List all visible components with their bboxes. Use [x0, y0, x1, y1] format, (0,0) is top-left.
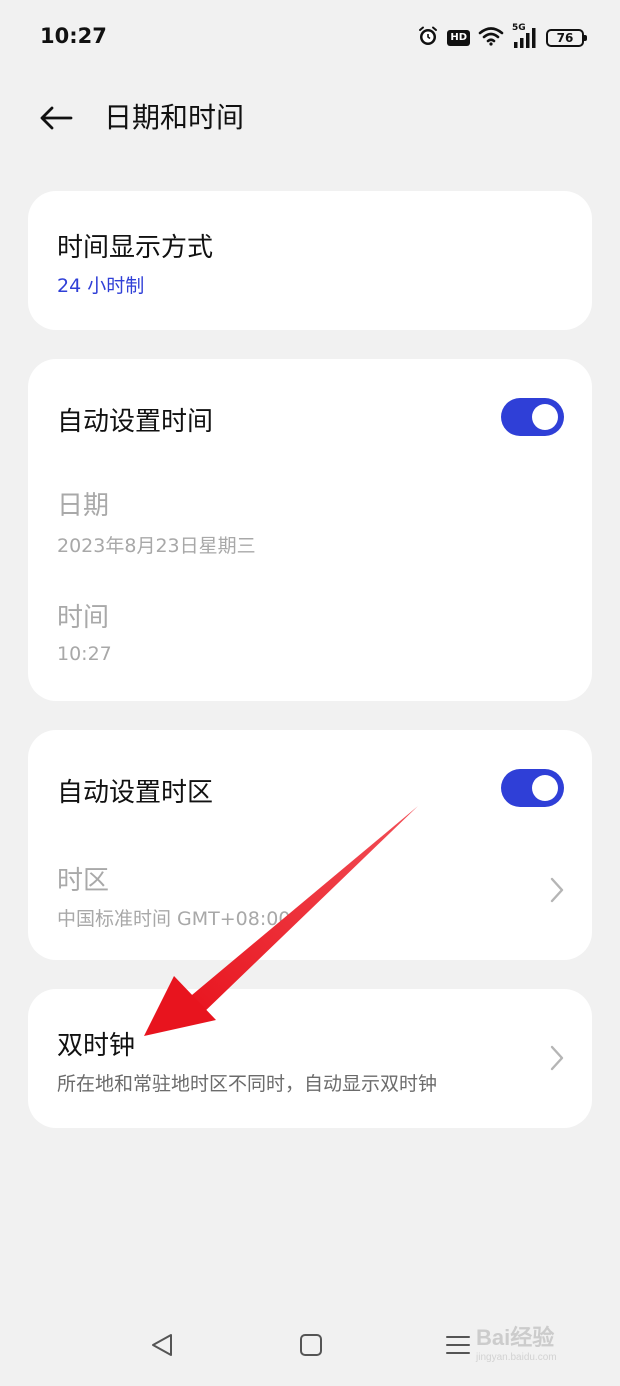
time-value: 10:27 — [57, 643, 112, 665]
status-bar: 10:27 HD 5G 76 — [0, 0, 620, 76]
date-row: 日期 2023年8月23日星期三 — [28, 475, 592, 587]
home-square-icon[interactable] — [296, 1330, 326, 1360]
chevron-right-icon — [550, 1045, 564, 1071]
back-button[interactable] — [36, 98, 76, 138]
page-title: 日期和时间 — [104, 101, 245, 134]
auto-timezone-card: 自动设置时区 时区 中国标准时间 GMT+08:00 — [28, 730, 592, 960]
auto-time-toggle[interactable] — [501, 398, 564, 436]
toggle-knob — [532, 404, 558, 430]
auto-timezone-toggle[interactable] — [501, 769, 564, 807]
status-icons: HD 5G 76 — [417, 23, 587, 52]
baidu-jingyan-watermark: Bai经验 jingyan.baidu.com — [476, 1320, 596, 1370]
time-format-title: 时间显示方式 — [57, 233, 214, 263]
auto-time-card: 自动设置时间 日期 2023年8月23日星期三 时间 10:27 — [28, 359, 592, 701]
timezone-label: 时区 — [57, 866, 110, 896]
time-format-card[interactable]: 时间显示方式 24 小时制 — [28, 191, 592, 330]
dual-clock-subtitle: 所在地和常驻地时区不同时，自动显示双时钟 — [57, 1073, 438, 1095]
hd-icon: HD — [447, 30, 470, 46]
auto-timezone-row[interactable]: 自动设置时区 — [28, 730, 592, 846]
auto-time-row[interactable]: 自动设置时间 — [28, 359, 592, 475]
arrow-left-icon — [40, 106, 73, 130]
time-format-value: 24 小时制 — [57, 275, 145, 297]
timezone-value: 中国标准时间 GMT+08:00 — [57, 908, 291, 930]
alarm-icon — [417, 25, 439, 51]
toggle-knob — [532, 775, 558, 801]
auto-timezone-title: 自动设置时区 — [57, 778, 214, 808]
recents-menu-icon[interactable] — [443, 1330, 473, 1360]
watermark-url: jingyan.baidu.com — [476, 1352, 557, 1363]
dual-clock-title: 双时钟 — [57, 1031, 136, 1061]
time-row: 时间 10:27 — [28, 587, 592, 701]
signal-icon: 5G — [512, 23, 538, 49]
status-time: 10:27 — [40, 24, 107, 48]
date-value: 2023年8月23日星期三 — [57, 535, 256, 557]
dual-clock-card[interactable]: 双时钟 所在地和常驻地时区不同时，自动显示双时钟 — [28, 989, 592, 1128]
auto-time-title: 自动设置时间 — [57, 407, 214, 437]
battery-level: 76 — [556, 31, 574, 45]
timezone-row[interactable]: 时区 中国标准时间 GMT+08:00 — [28, 846, 592, 960]
chevron-right-icon — [550, 877, 564, 903]
battery-icon: 76 — [546, 29, 587, 47]
wifi-icon — [478, 26, 504, 50]
watermark-text: Bai经验 — [476, 1325, 555, 1350]
page-header: 日期和时间 — [0, 86, 620, 150]
back-triangle-icon[interactable] — [147, 1330, 177, 1360]
time-label: 时间 — [57, 603, 110, 633]
date-label: 日期 — [57, 491, 110, 521]
